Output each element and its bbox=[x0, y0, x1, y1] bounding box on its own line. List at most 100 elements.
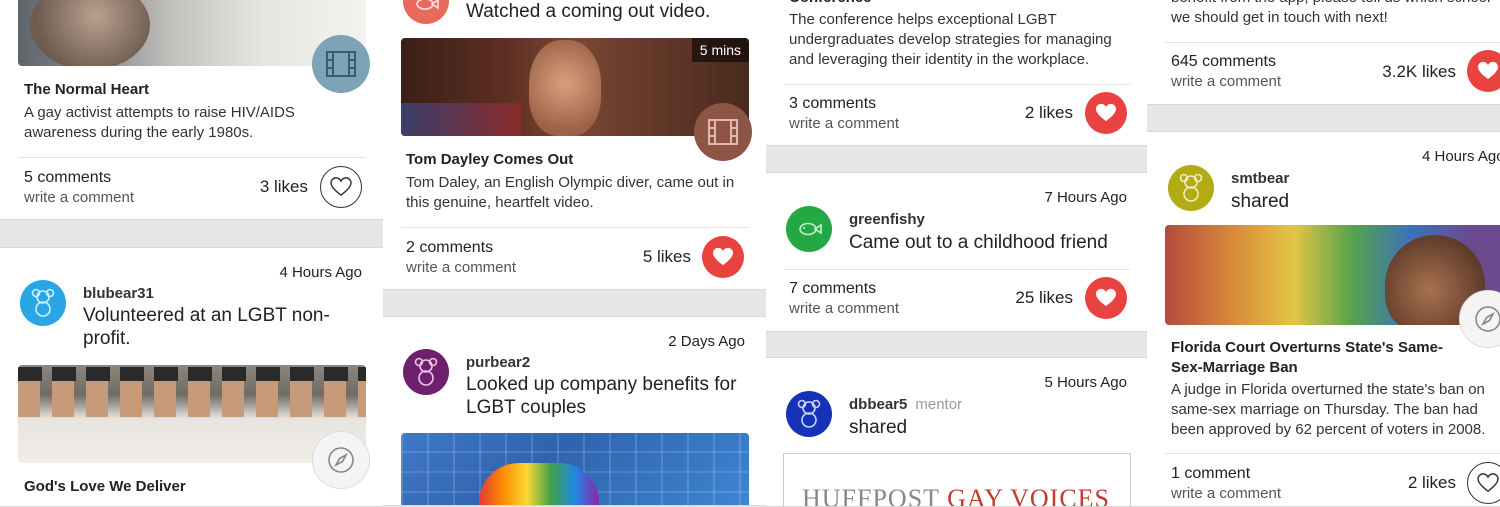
card-title[interactable]: Florida Court Overturns State's Same-Sex… bbox=[1171, 338, 1461, 378]
avatar[interactable] bbox=[1168, 165, 1214, 211]
like-button[interactable] bbox=[702, 236, 744, 278]
like-count: 3 likes bbox=[259, 177, 308, 196]
like-count: 25 likes bbox=[1015, 288, 1073, 307]
preview-header-text: HUFFPOST GAY VOICES bbox=[802, 484, 1110, 507]
divider bbox=[784, 84, 1130, 85]
card-title[interactable]: God's Love We Deliver bbox=[24, 477, 186, 497]
divider bbox=[1165, 453, 1500, 454]
feed-column-1: The Normal Heart A gay activist attempts… bbox=[0, 0, 383, 507]
like-count: 2 likes bbox=[1407, 473, 1456, 492]
card-description: A gay activist attempts to raise HIV/AID… bbox=[24, 104, 295, 141]
compass-icon bbox=[328, 447, 354, 473]
write-comment-link[interactable]: write a comment bbox=[24, 188, 134, 208]
write-comment-link[interactable]: write a comment bbox=[789, 299, 899, 319]
feed-column-3: Conference The conference helps exceptio… bbox=[766, 0, 1147, 507]
heart-filled-icon bbox=[1478, 61, 1498, 80]
heart-outline-icon bbox=[1477, 473, 1499, 493]
like-button[interactable] bbox=[320, 166, 362, 208]
username[interactable]: greenfishy bbox=[849, 211, 925, 228]
feed-column-2: Watched a coming out video. 5 mins Tom D… bbox=[383, 0, 766, 506]
google-building-photo[interactable] bbox=[401, 433, 749, 505]
username[interactable]: smtbear bbox=[1231, 170, 1289, 187]
card-description: A judge in Florida overturned the state'… bbox=[1171, 381, 1486, 438]
feed-column-4: benefit from the app, please tell us whi… bbox=[1147, 0, 1500, 507]
bear-icon bbox=[797, 399, 821, 428]
divider bbox=[784, 269, 1130, 270]
heart-outline-icon bbox=[330, 177, 352, 197]
card-title[interactable]: The Normal Heart bbox=[24, 80, 149, 100]
like-button[interactable] bbox=[1085, 92, 1127, 134]
film-icon bbox=[708, 119, 738, 145]
feed-card-tom-daley[interactable]: Watched a coming out video. 5 mins Tom D… bbox=[383, 0, 766, 290]
activity-text: Looked up company benefits for LGBT coup… bbox=[466, 374, 737, 418]
feed-card-blubear31[interactable]: 4 Hours Ago blubear31 Volunteered at an … bbox=[0, 247, 383, 507]
comment-count[interactable]: 1 comment bbox=[1171, 464, 1250, 484]
card-description: Tom Daley, an English Olympic diver, cam… bbox=[406, 174, 735, 211]
timestamp: 4 Hours Ago bbox=[279, 264, 362, 281]
feed-card-dbbear5[interactable]: 5 Hours Ago dbbear5 mentor shared HUFFPOS… bbox=[766, 357, 1147, 507]
comment-count[interactable]: 7 comments bbox=[789, 279, 876, 299]
heart-filled-icon bbox=[1096, 288, 1116, 307]
like-count: 2 likes bbox=[1024, 103, 1073, 122]
activity-text: shared bbox=[1231, 191, 1290, 212]
card-title[interactable]: Tom Dayley Comes Out bbox=[406, 150, 573, 170]
gay-voices-text: GAY VOICES bbox=[947, 484, 1110, 507]
avatar[interactable] bbox=[403, 349, 449, 395]
avatar[interactable] bbox=[786, 391, 832, 437]
face bbox=[529, 40, 601, 136]
bear-icon bbox=[414, 357, 438, 386]
activity-text: Volunteered at an LGBT non-profit. bbox=[83, 305, 330, 349]
like-count: 5 likes bbox=[642, 247, 691, 266]
username[interactable]: purbear2 bbox=[466, 354, 530, 371]
like-button[interactable] bbox=[1467, 462, 1500, 504]
fish-icon bbox=[799, 222, 822, 236]
username[interactable]: dbbear5 mentor bbox=[849, 396, 962, 413]
rally-photo[interactable] bbox=[1165, 225, 1500, 325]
activity-text: shared bbox=[849, 417, 908, 438]
card-description: The conference helps exceptional LGBT un… bbox=[789, 11, 1112, 68]
fish-icon bbox=[416, 0, 439, 10]
card-title[interactable]: Conference bbox=[789, 0, 872, 8]
like-button[interactable] bbox=[1085, 277, 1127, 319]
comment-count[interactable]: 3 comments bbox=[789, 94, 876, 114]
person-figure bbox=[30, 0, 150, 66]
write-comment-link[interactable]: write a comment bbox=[1171, 72, 1281, 92]
feed-card-school-request[interactable]: benefit from the app, please tell us whi… bbox=[1147, 0, 1500, 105]
activity-text: Came out to a childhood friend bbox=[849, 232, 1108, 253]
video-duration: 5 mins bbox=[691, 38, 749, 62]
username[interactable]: blubear31 bbox=[83, 285, 154, 302]
caps-row bbox=[18, 367, 366, 381]
bear-icon bbox=[1179, 173, 1203, 202]
comment-count[interactable]: 5 comments bbox=[24, 168, 111, 188]
film-badge bbox=[694, 103, 752, 161]
person-heads bbox=[18, 377, 366, 417]
comment-count[interactable]: 2 comments bbox=[406, 238, 493, 258]
film-icon bbox=[326, 51, 356, 77]
write-comment-link[interactable]: write a comment bbox=[789, 114, 899, 134]
couch bbox=[401, 103, 521, 136]
mentor-badge: mentor bbox=[915, 396, 963, 413]
divider bbox=[18, 157, 366, 158]
timestamp: 7 Hours Ago bbox=[1044, 189, 1127, 206]
comment-count[interactable]: 645 comments bbox=[1171, 52, 1276, 72]
feed-card-smtbear[interactable]: 4 Hours Ago smtbear shared Florida Court… bbox=[1147, 131, 1500, 507]
feed-card-conference[interactable]: Conference The conference helps exceptio… bbox=[766, 0, 1147, 146]
like-button[interactable] bbox=[1467, 50, 1500, 92]
bear-icon bbox=[31, 288, 55, 317]
huffpost-text: HUFFPOST bbox=[802, 484, 940, 507]
avatar[interactable] bbox=[20, 280, 66, 326]
feed-card-normal-heart[interactable]: The Normal Heart A gay activist attempts… bbox=[0, 0, 383, 220]
shared-link-preview[interactable]: HUFFPOST GAY VOICES bbox=[783, 453, 1131, 507]
feed-card-greenfishy[interactable]: 7 Hours Ago greenfishy Came out to a chi… bbox=[766, 172, 1147, 332]
write-comment-link[interactable]: write a comment bbox=[406, 258, 516, 278]
avatar[interactable] bbox=[786, 206, 832, 252]
avatar[interactable] bbox=[403, 0, 449, 24]
write-comment-link[interactable]: write a comment bbox=[1171, 484, 1281, 504]
compass-icon bbox=[1475, 306, 1500, 332]
username-text[interactable]: dbbear5 bbox=[849, 396, 907, 413]
divider bbox=[401, 227, 749, 228]
card-description: benefit from the app, please tell us whi… bbox=[1171, 0, 1490, 26]
divider bbox=[1165, 42, 1500, 43]
timestamp: 5 Hours Ago bbox=[1044, 374, 1127, 391]
feed-card-purbear2[interactable]: 2 Days Ago purbear2 Looked up company be… bbox=[383, 316, 766, 506]
